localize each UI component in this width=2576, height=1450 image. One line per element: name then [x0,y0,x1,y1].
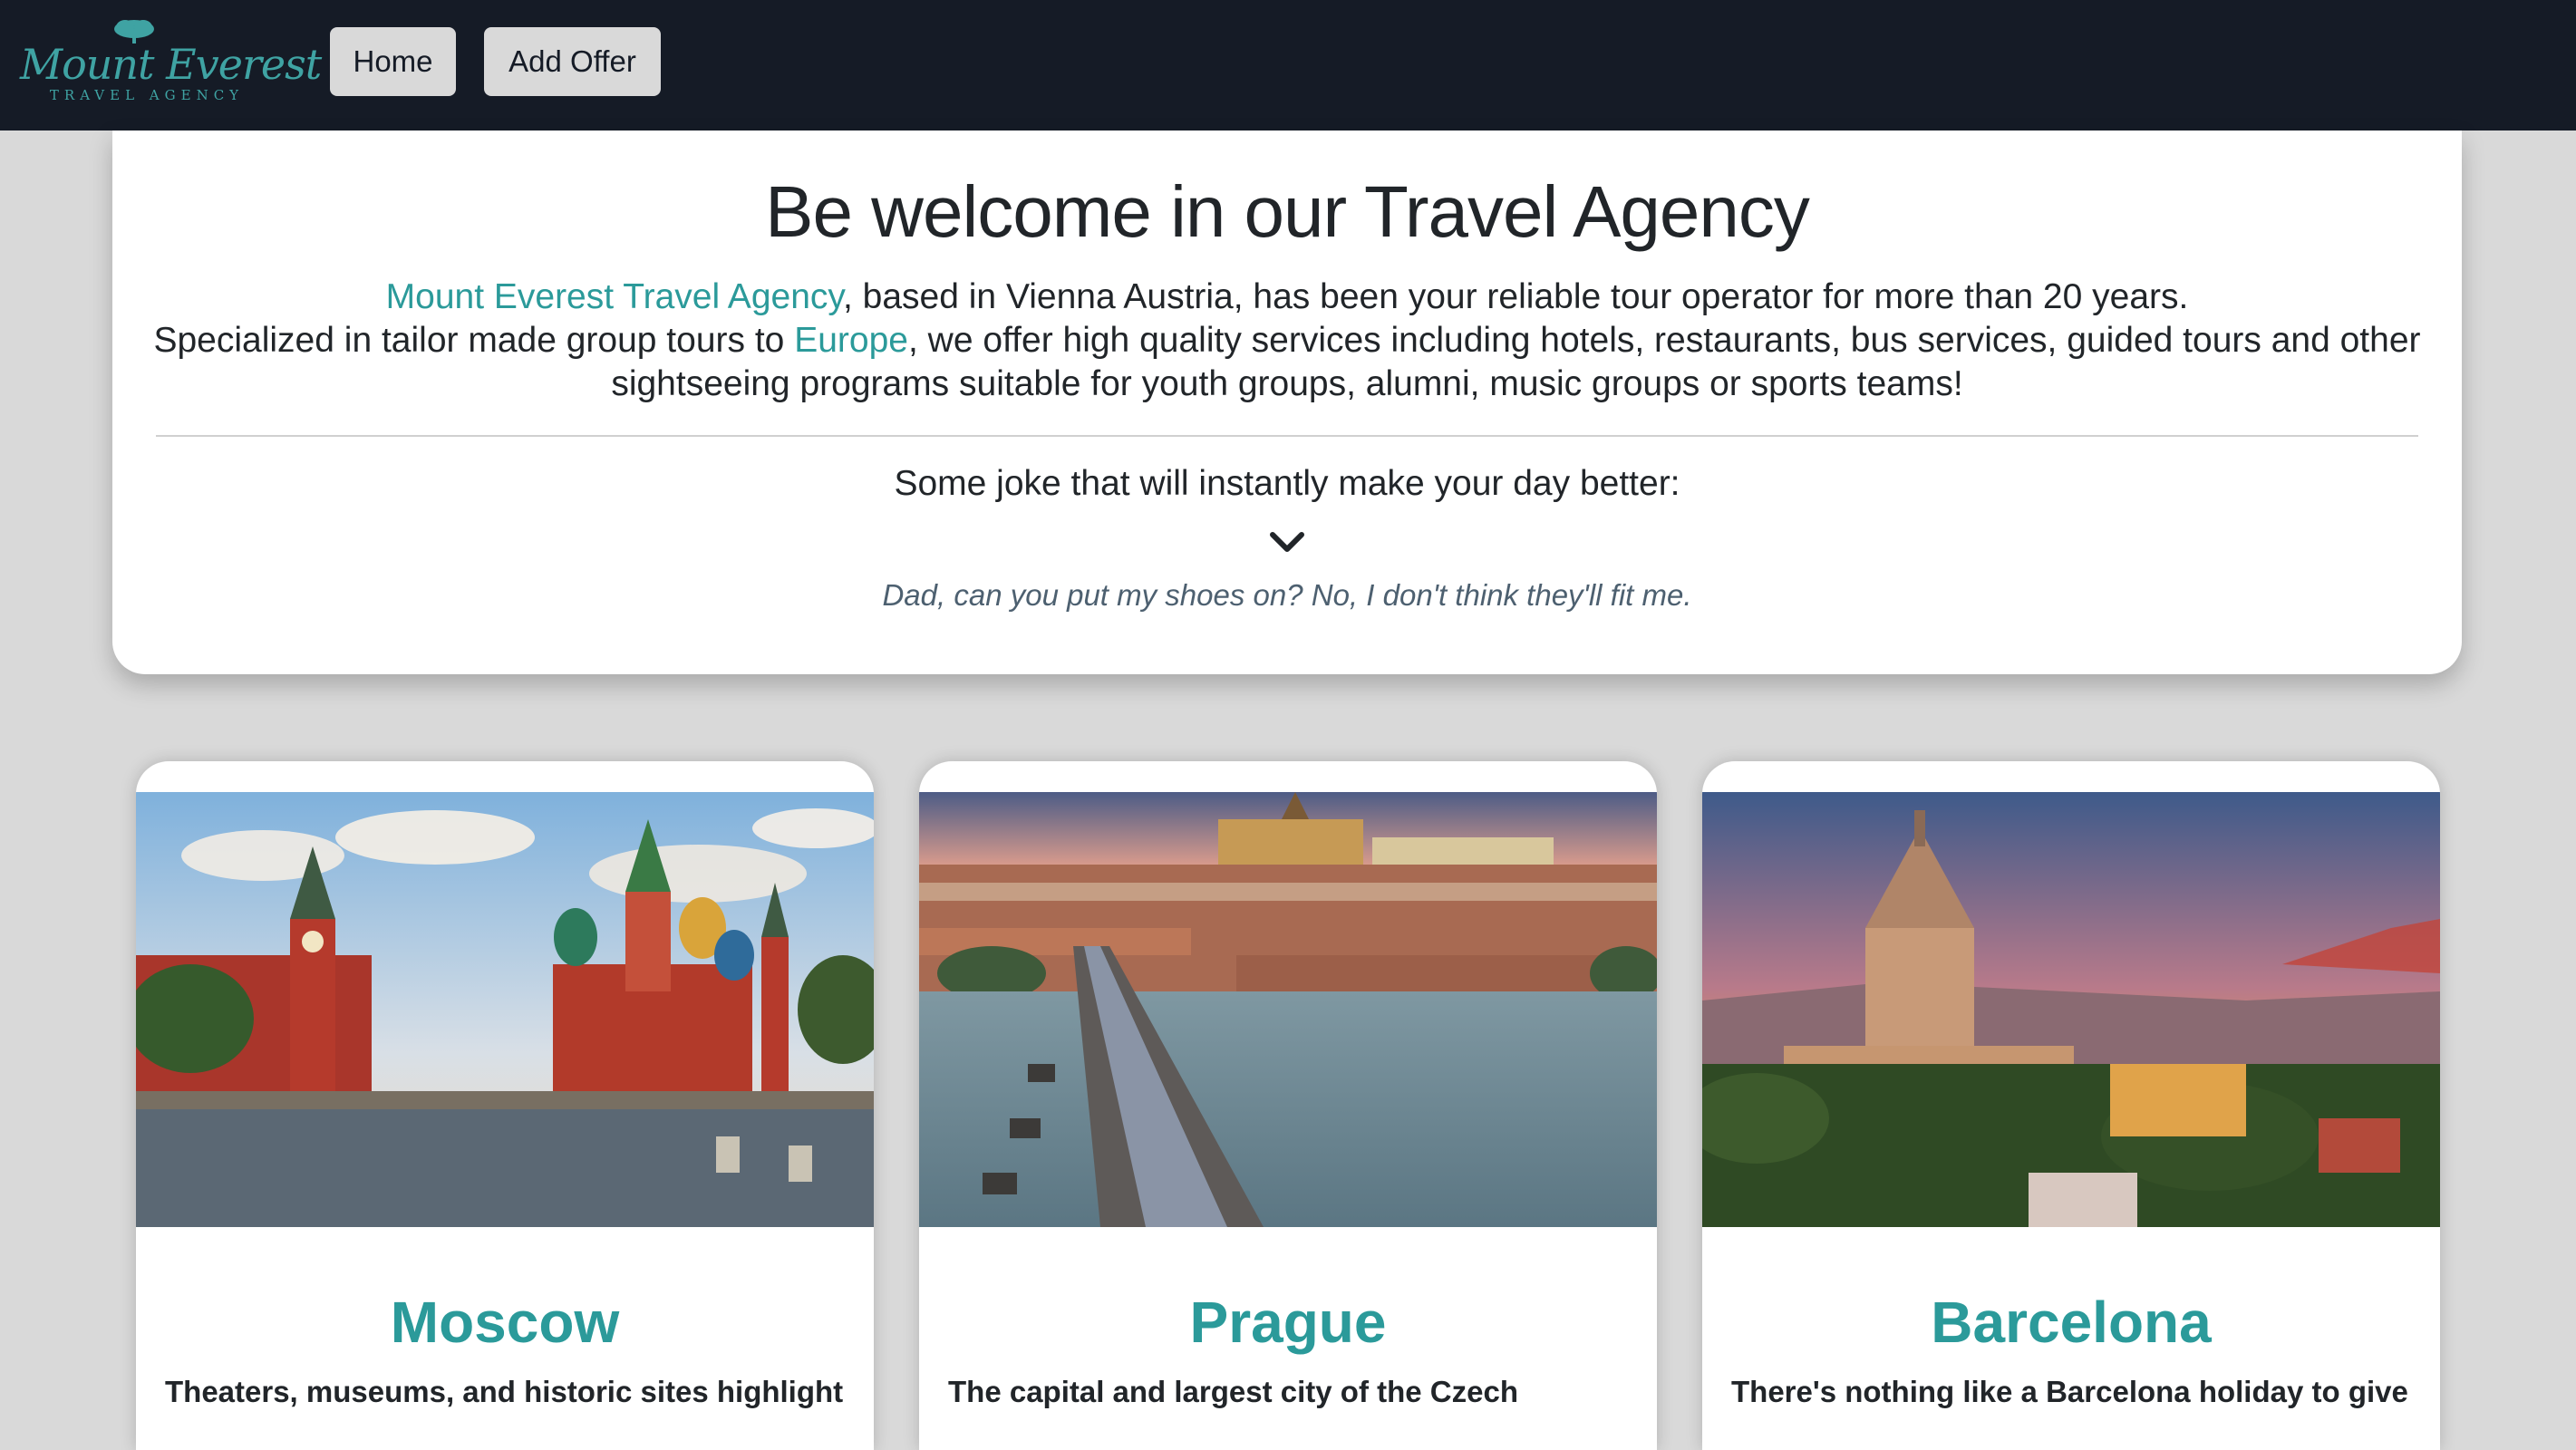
joke-heading: Some joke that will instantly make your … [894,464,1680,503]
logo-name: Mount Everest [20,40,322,89]
prague-photo [919,792,1657,1227]
divider [156,435,2418,437]
intro-paragraph: Mount Everest Travel Agency, based in Vi… [149,276,2426,406]
card-title: Barcelona [1931,1290,2212,1355]
logo-subtitle: TRAVEL AGENCY [49,87,245,103]
card-description: The capital and largest city of the Czec… [948,1375,1518,1408]
intro-line2-start: Specialized in tailor made group tours t… [153,321,795,360]
home-button[interactable]: Home [330,27,456,96]
card-description: Theaters, museums, and historic sites hi… [165,1375,844,1408]
moscow-photo [136,792,874,1227]
card-title: Prague [1189,1290,1387,1355]
offer-card-prague[interactable]: Prague The capital and largest city of t… [919,761,1657,1450]
agency-logo[interactable]: Mount Everest TRAVEL AGENCY [20,16,322,107]
add-offer-button[interactable]: Add Offer [484,27,661,96]
intro-line1-text: , based in Vienna Austria, has been your… [843,277,2189,316]
europe-link[interactable]: Europe [794,321,908,360]
chevron-down-icon[interactable] [1269,529,1305,555]
barcelona-photo [1702,792,2440,1227]
card-description: There's nothing like a Barcelona holiday… [1731,1375,2408,1408]
top-navbar: Mount Everest TRAVEL AGENCY Home Add Off… [0,0,2576,130]
offer-card-moscow[interactable]: Moscow Theaters, museums, and historic s… [136,761,874,1450]
joke-text: Dad, can you put my shoes on? No, I don'… [882,578,1692,612]
card-title: Moscow [390,1290,620,1355]
agency-link[interactable]: Mount Everest Travel Agency [386,277,843,316]
page-title: Be welcome in our Travel Agency [765,171,1810,252]
welcome-card: Be welcome in our Travel Agency Mount Ev… [112,130,2462,674]
offer-card-barcelona[interactable]: Barcelona There's nothing like a Barcelo… [1702,761,2440,1450]
